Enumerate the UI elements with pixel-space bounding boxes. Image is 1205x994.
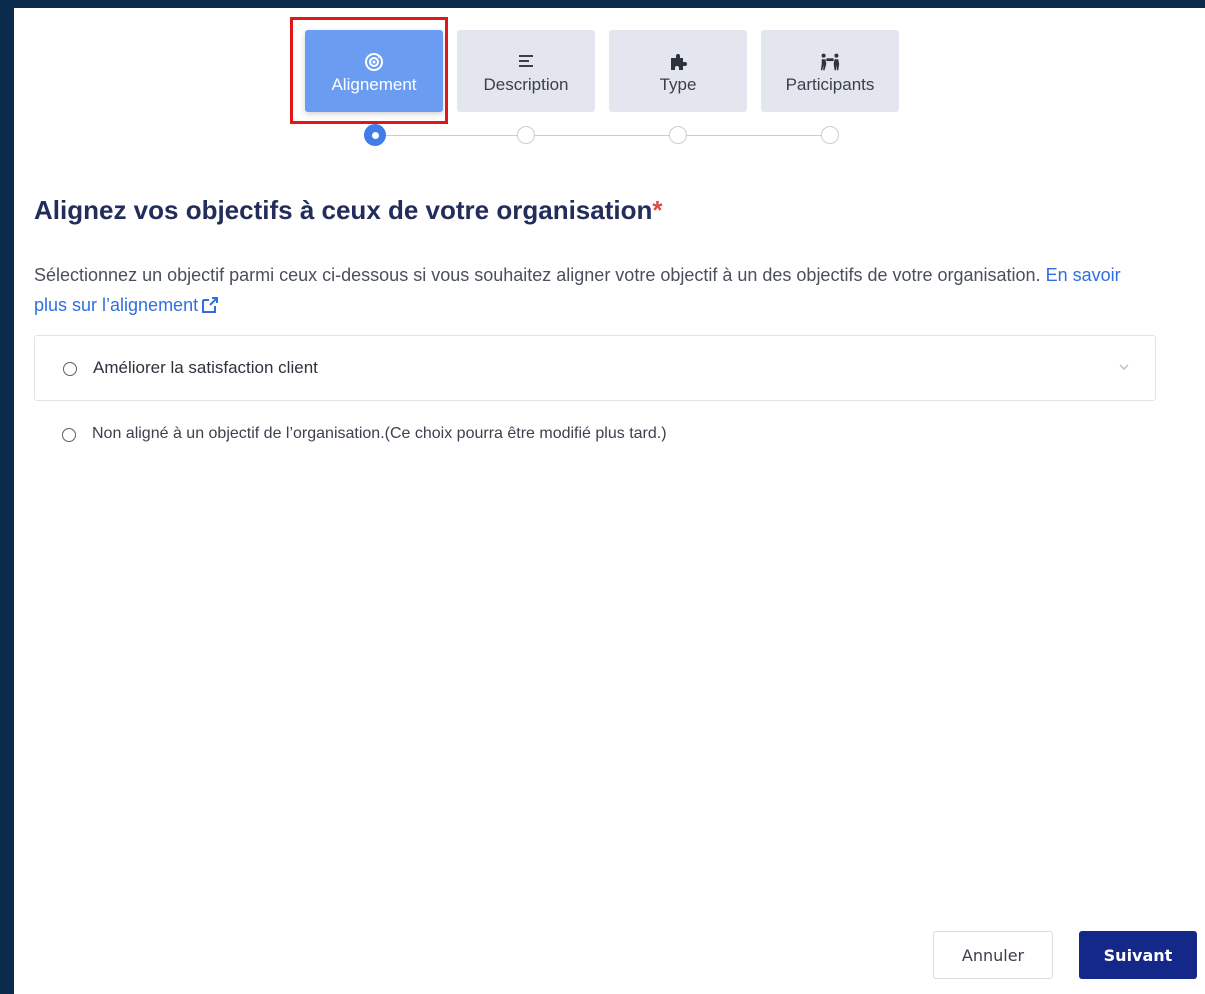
stepper-dot-participants[interactable]	[821, 126, 839, 144]
tab-participants-label: Participants	[785, 75, 875, 94]
tab-description[interactable]: Description	[457, 30, 595, 112]
required-mark: *	[652, 195, 663, 225]
step-tabs: Alignement Description Type Participants	[14, 30, 1205, 112]
stepper-dot-type[interactable]	[669, 126, 687, 144]
page-title: Alignez vos objectifs à ceux de votre or…	[34, 195, 663, 226]
not-aligned-radio[interactable]	[62, 428, 76, 442]
description-body: Sélectionnez un objectif parmi ceux ci-d…	[34, 265, 1046, 285]
tab-type[interactable]: Type	[609, 30, 747, 112]
target-icon	[363, 51, 385, 73]
text-lines-icon	[515, 51, 537, 73]
objective-option-label: Améliorer la satisfaction client	[93, 358, 318, 377]
tab-participants[interactable]: Participants	[761, 30, 899, 112]
objective-wizard-panel: Alignement Description Type Participants…	[14, 8, 1205, 994]
next-button[interactable]: Suivant	[1079, 931, 1197, 979]
chevron-down-icon[interactable]	[1117, 360, 1131, 374]
objective-option-card[interactable]: Améliorer la satisfaction client	[34, 335, 1156, 401]
stepper-track	[376, 135, 830, 136]
puzzle-icon	[667, 51, 689, 73]
tab-description-label: Description	[483, 75, 569, 94]
cancel-button[interactable]: Annuler	[933, 931, 1053, 979]
people-icon	[819, 51, 841, 73]
description-text: Sélectionnez un objectif parmi ceux ci-d…	[34, 260, 1144, 323]
page-title-text: Alignez vos objectifs à ceux de votre or…	[34, 195, 653, 225]
stepper-dot-alignement[interactable]	[364, 124, 386, 146]
objective-radio[interactable]	[63, 362, 77, 376]
tab-alignement[interactable]: Alignement	[305, 30, 443, 112]
stepper-dot-description[interactable]	[517, 126, 535, 144]
tab-type-label: Type	[659, 75, 697, 94]
not-aligned-option-label: Non aligné à un objectif de l’organisati…	[92, 425, 667, 442]
external-link-icon	[200, 293, 220, 323]
tab-alignement-label: Alignement	[331, 75, 417, 94]
